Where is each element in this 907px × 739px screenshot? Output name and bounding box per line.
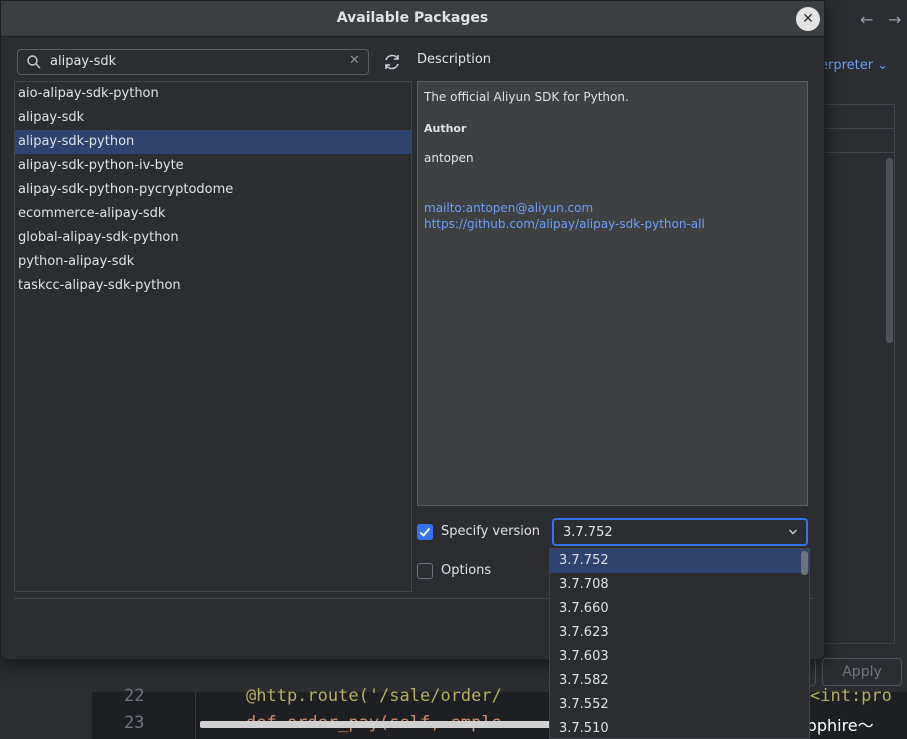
line-number: 22 bbox=[124, 686, 145, 706]
version-option[interactable]: 3.7.623 bbox=[550, 621, 809, 645]
back-arrow-icon[interactable]: ← bbox=[860, 10, 873, 29]
author-email-link[interactable]: mailto:antopen@aliyun.com bbox=[424, 201, 801, 215]
package-list-item[interactable]: alipay-sdk-python bbox=[15, 130, 411, 154]
specify-version-label[interactable]: Specify version bbox=[441, 524, 540, 539]
package-list-item[interactable]: taskcc-alipay-sdk-python bbox=[15, 274, 411, 298]
dialog-title: Available Packages bbox=[336, 10, 489, 26]
description-label: Description bbox=[417, 52, 492, 67]
package-list-item[interactable]: alipay-sdk bbox=[15, 106, 411, 130]
version-dropdown-list[interactable]: 3.7.752 3.7.708 3.7.660 3.7.623 3.7.603 3.7.5… bbox=[549, 548, 810, 739]
search-query[interactable]: alipay-sdk bbox=[50, 54, 116, 69]
refresh-icon[interactable] bbox=[381, 51, 403, 73]
version-dropdown[interactable]: 3.7.752 bbox=[552, 518, 808, 546]
chevron-down-icon bbox=[789, 529, 797, 535]
version-option[interactable]: 3.7.603 bbox=[550, 645, 809, 669]
specify-version-checkbox[interactable] bbox=[417, 524, 433, 540]
options-checkbox[interactable] bbox=[417, 563, 433, 579]
close-button[interactable]: ✕ bbox=[796, 7, 820, 31]
project-homepage-link[interactable]: https://github.com/alipay/alipay-sdk-pyt… bbox=[424, 217, 801, 231]
package-list-item[interactable]: alipay-sdk-python-iv-byte bbox=[15, 154, 411, 178]
background-scrollbar[interactable] bbox=[886, 158, 893, 343]
package-list-item[interactable]: ecommerce-alipay-sdk bbox=[15, 202, 411, 226]
dialog-titlebar[interactable]: Available Packages ✕ bbox=[1, 1, 824, 37]
package-list-item[interactable]: alipay-sdk-python-pycryptodome bbox=[15, 178, 411, 202]
clear-search-icon[interactable]: ✕ bbox=[349, 53, 360, 68]
description-panel: The official Aliyun SDK for Python. Auth… bbox=[417, 81, 808, 506]
version-option[interactable]: 3.7.510 bbox=[550, 717, 809, 738]
code-line: @http.route('/sale/order/ bbox=[246, 686, 502, 706]
code-line-tail: <int:pro bbox=[810, 686, 892, 706]
package-summary: The official Aliyun SDK for Python. bbox=[424, 90, 629, 104]
version-option[interactable]: 3.7.552 bbox=[550, 693, 809, 717]
author-heading: Author bbox=[424, 122, 467, 135]
package-list-item[interactable]: aio-alipay-sdk-python bbox=[15, 82, 411, 106]
package-list-item[interactable]: global-alipay-sdk-python bbox=[15, 226, 411, 250]
package-search-input[interactable]: alipay-sdk ✕ bbox=[17, 49, 369, 75]
forward-arrow-icon[interactable]: → bbox=[888, 10, 901, 29]
version-option[interactable]: 3.7.660 bbox=[550, 597, 809, 621]
options-label[interactable]: Options bbox=[441, 563, 491, 578]
author-name: antopen bbox=[424, 151, 474, 165]
version-option[interactable]: 3.7.582 bbox=[550, 669, 809, 693]
version-option[interactable]: 3.7.708 bbox=[550, 573, 809, 597]
dropdown-scrollbar[interactable] bbox=[801, 551, 808, 575]
search-icon bbox=[27, 55, 41, 69]
package-list[interactable]: aio-alipay-sdk-python alipay-sdk alipay-sd… bbox=[14, 81, 412, 592]
package-list-item[interactable]: python-alipay-sdk bbox=[15, 250, 411, 274]
interpreter-selector[interactable]: erpreter ⌄ bbox=[820, 58, 888, 73]
selected-version: 3.7.752 bbox=[563, 525, 613, 540]
line-number: 23 bbox=[124, 713, 145, 733]
apply-button[interactable]: Apply bbox=[822, 658, 902, 686]
checkmark-icon bbox=[419, 527, 431, 537]
version-option[interactable]: 3.7.752 bbox=[550, 549, 809, 573]
